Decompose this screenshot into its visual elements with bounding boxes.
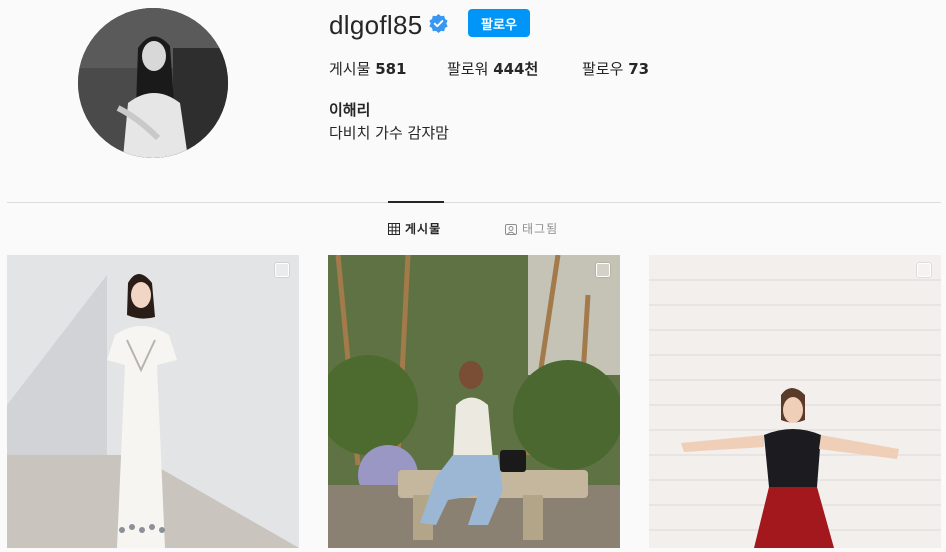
stat-followers-label: 팔로워 — [447, 60, 489, 78]
full-name: 이해리 — [329, 101, 371, 119]
stat-following-value: 73 — [628, 60, 650, 78]
stat-following-label: 팔로우 — [582, 60, 624, 78]
stat-following[interactable]: 팔로우 73 — [582, 58, 649, 79]
follow-button[interactable]: 팔로우 — [468, 9, 530, 37]
multi-photo-icon — [596, 263, 610, 277]
stat-posts-label: 게시물 — [329, 60, 371, 78]
post-thumbnail[interactable] — [328, 255, 620, 548]
tab-posts-label: 게시물 — [405, 222, 442, 236]
post-thumbnail[interactable] — [7, 255, 299, 548]
tab-tagged[interactable]: 태그됨 — [505, 220, 558, 237]
avatar[interactable] — [78, 8, 228, 158]
username: dlgofl85 — [329, 10, 423, 40]
tab-tagged-label: 태그됨 — [522, 222, 559, 236]
post-thumbnail[interactable] — [649, 255, 941, 548]
stat-followers-value: 444천 — [493, 60, 539, 78]
multi-photo-icon — [917, 263, 931, 277]
tab-posts[interactable]: 게시물 — [388, 220, 441, 237]
tabs-divider — [7, 202, 941, 203]
verified-badge-icon — [429, 14, 448, 33]
tag-icon — [505, 223, 517, 235]
multi-photo-icon — [275, 263, 289, 277]
bio: 다비치 가수 감쟈맘 — [329, 124, 449, 142]
stat-followers[interactable]: 팔로워 444천 — [447, 58, 538, 79]
grid-icon — [388, 222, 400, 235]
stat-posts-value: 581 — [375, 60, 407, 78]
stat-posts: 게시물 581 — [329, 58, 407, 79]
tab-active-indicator — [388, 201, 444, 203]
